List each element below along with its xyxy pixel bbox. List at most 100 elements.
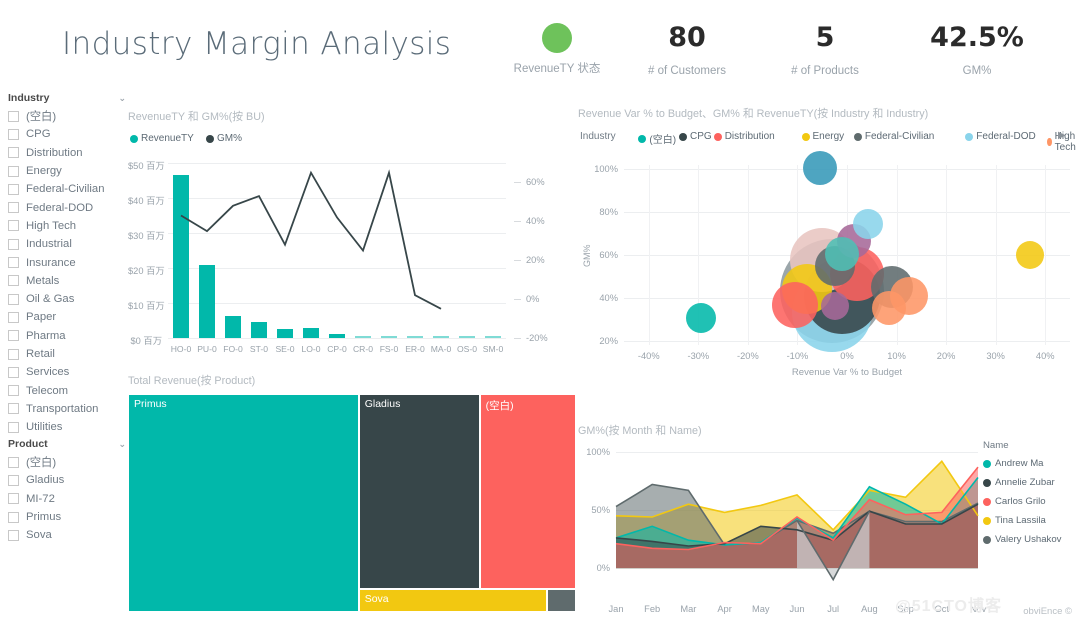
treemap-cell[interactable]: Sova xyxy=(359,589,547,612)
slicer-item-product[interactable]: Gladius xyxy=(8,471,126,489)
slicer-item-industry[interactable]: Metals xyxy=(8,272,126,290)
treemap-cell[interactable]: Gladius xyxy=(359,394,480,589)
slicer-item-industry[interactable]: Telecom xyxy=(8,381,126,399)
y-axis-label: GM% xyxy=(582,245,592,268)
slicer-item-label: Retail xyxy=(26,348,55,360)
treemap-cell[interactable] xyxy=(547,589,576,612)
chevron-down-icon[interactable]: ⌄ xyxy=(118,93,126,104)
checkbox-icon[interactable] xyxy=(8,202,19,213)
scatter-chart-revenue-var-gm[interactable]: Revenue Var % to Budget、GM% 和 RevenueTY(… xyxy=(578,105,1078,390)
legend-label: Distribution xyxy=(725,131,775,142)
slicer-item-industry[interactable]: Oil & Gas xyxy=(8,290,126,308)
status-dot xyxy=(542,23,572,53)
slicer-header-industry[interactable]: Industry⌄ xyxy=(8,92,126,107)
legend-color-dot xyxy=(965,133,973,141)
slicer-item-industry[interactable]: Utilities xyxy=(8,418,126,436)
checkbox-icon[interactable] xyxy=(8,475,19,486)
legend-item[interactable]: Distribution xyxy=(714,131,775,142)
combo-chart-revenuety-gm[interactable]: RevenueTY 和 GM%(按 BU)RevenueTYGM%$0 百万$1… xyxy=(128,108,576,370)
checkbox-icon[interactable] xyxy=(8,166,19,177)
treemap-cell[interactable]: Primus xyxy=(128,394,359,612)
slicer-item-product[interactable]: Primus xyxy=(8,508,126,526)
treemap-cell-label: Sova xyxy=(365,593,389,605)
bubble-point[interactable] xyxy=(686,303,716,333)
checkbox-icon[interactable] xyxy=(8,239,19,250)
checkbox-icon[interactable] xyxy=(8,403,19,414)
slicer-item-industry[interactable]: CPG xyxy=(8,125,126,143)
checkbox-icon[interactable] xyxy=(8,275,19,286)
slicer-item-industry[interactable]: Services xyxy=(8,363,126,381)
checkbox-icon[interactable] xyxy=(8,385,19,396)
slicer-header-product[interactable]: Product⌄ xyxy=(8,438,126,453)
area-chart-gm-by-month-name[interactable]: GM%(按 Month 和 Name)0%50%100%JanFebMarApr… xyxy=(578,422,1078,622)
slicer-item-product[interactable]: (空白) xyxy=(8,453,126,471)
checkbox-icon[interactable] xyxy=(8,129,19,140)
slicer-item-product[interactable]: MI-72 xyxy=(8,490,126,508)
bubble-point[interactable] xyxy=(803,151,837,185)
bubble-point[interactable] xyxy=(825,237,859,271)
legend-color-dot xyxy=(854,133,862,141)
slicer-item-industry[interactable]: Paper xyxy=(8,308,126,326)
legend-item[interactable]: CPG xyxy=(679,131,712,142)
legend-title: Name xyxy=(983,440,1078,451)
legend-item[interactable]: Andrew Ma xyxy=(983,454,1078,473)
x-axis-tick: 10% xyxy=(879,351,915,361)
legend-next-arrow-icon[interactable]: ▶ xyxy=(1058,130,1066,141)
slicer-item-industry[interactable]: Transportation xyxy=(8,400,126,418)
legend-item[interactable]: Tina Lassila xyxy=(983,511,1078,530)
legend-color-dot xyxy=(983,498,991,506)
slicer-item-industry[interactable]: Energy xyxy=(8,162,126,180)
slicer-item-industry[interactable]: High Tech xyxy=(8,217,126,235)
checkbox-icon[interactable] xyxy=(8,512,19,523)
bubble-point[interactable] xyxy=(772,282,818,328)
checkbox-icon[interactable] xyxy=(8,257,19,268)
legend-item[interactable]: Valery Ushakov xyxy=(983,530,1078,549)
legend-item[interactable]: Carlos Grilo xyxy=(983,492,1078,511)
bubble-point[interactable] xyxy=(872,291,906,325)
legend-label: Energy xyxy=(813,131,845,142)
slicer-item-industry[interactable]: (空白) xyxy=(8,107,126,125)
slicer-product[interactable]: Product⌄(空白)GladiusMI-72PrimusSova xyxy=(8,438,126,544)
bubble-point[interactable] xyxy=(853,209,883,239)
checkbox-icon[interactable] xyxy=(8,457,19,468)
checkbox-icon[interactable] xyxy=(8,330,19,341)
legend-item[interactable]: Energy xyxy=(802,131,845,142)
slicer-item-industry[interactable]: Distribution xyxy=(8,144,126,162)
slicer-item-industry[interactable]: Federal-Civilian xyxy=(8,180,126,198)
checkbox-icon[interactable] xyxy=(8,349,19,360)
checkbox-icon[interactable] xyxy=(8,294,19,305)
slicer-item-industry[interactable]: Industrial xyxy=(8,235,126,253)
checkbox-icon[interactable] xyxy=(8,111,19,122)
slicer-item-industry[interactable]: Federal-DOD xyxy=(8,198,126,216)
slicer-item-industry[interactable]: Insurance xyxy=(8,253,126,271)
legend-item[interactable]: Federal-Civilian xyxy=(854,131,934,142)
legend-item[interactable]: Annelie Zubar xyxy=(983,473,1078,492)
kpi-card-customers: 80# of Customers xyxy=(612,18,762,77)
y-axis-tick: 20% xyxy=(584,336,618,346)
slicer-item-industry[interactable]: Retail xyxy=(8,345,126,363)
legend-label: (空白) xyxy=(649,131,676,146)
x-axis-tick: SE-0 xyxy=(272,344,298,354)
checkbox-icon[interactable] xyxy=(8,312,19,323)
bubble-point[interactable] xyxy=(821,292,849,320)
y-axis-tick: 100% xyxy=(584,164,618,174)
checkbox-icon[interactable] xyxy=(8,493,19,504)
slicer-industry[interactable]: Industry⌄(空白)CPGDistributionEnergyFedera… xyxy=(8,92,126,436)
checkbox-icon[interactable] xyxy=(8,220,19,231)
x-axis-tick: CP-0 xyxy=(324,344,350,354)
checkbox-icon[interactable] xyxy=(8,367,19,378)
legend-item[interactable]: Federal-DOD xyxy=(965,131,1035,142)
legend-label: Andrew Ma xyxy=(995,458,1044,469)
bubble-point[interactable] xyxy=(1016,241,1044,269)
chevron-down-icon[interactable]: ⌄ xyxy=(118,439,126,450)
treemap-total-revenue-by-product[interactable]: Total Revenue(按 Product)PrimusGladius(空白… xyxy=(128,372,576,612)
slicer-item-industry[interactable]: Pharma xyxy=(8,327,126,345)
legend-item[interactable]: (空白) xyxy=(638,131,676,146)
checkbox-icon[interactable] xyxy=(8,422,19,433)
slicer-item-product[interactable]: Sova xyxy=(8,526,126,544)
checkbox-icon[interactable] xyxy=(8,184,19,195)
checkbox-icon[interactable] xyxy=(8,147,19,158)
treemap-cell[interactable]: (空白) xyxy=(480,394,576,589)
checkbox-icon[interactable] xyxy=(8,530,19,541)
legend-color-dot xyxy=(802,133,810,141)
